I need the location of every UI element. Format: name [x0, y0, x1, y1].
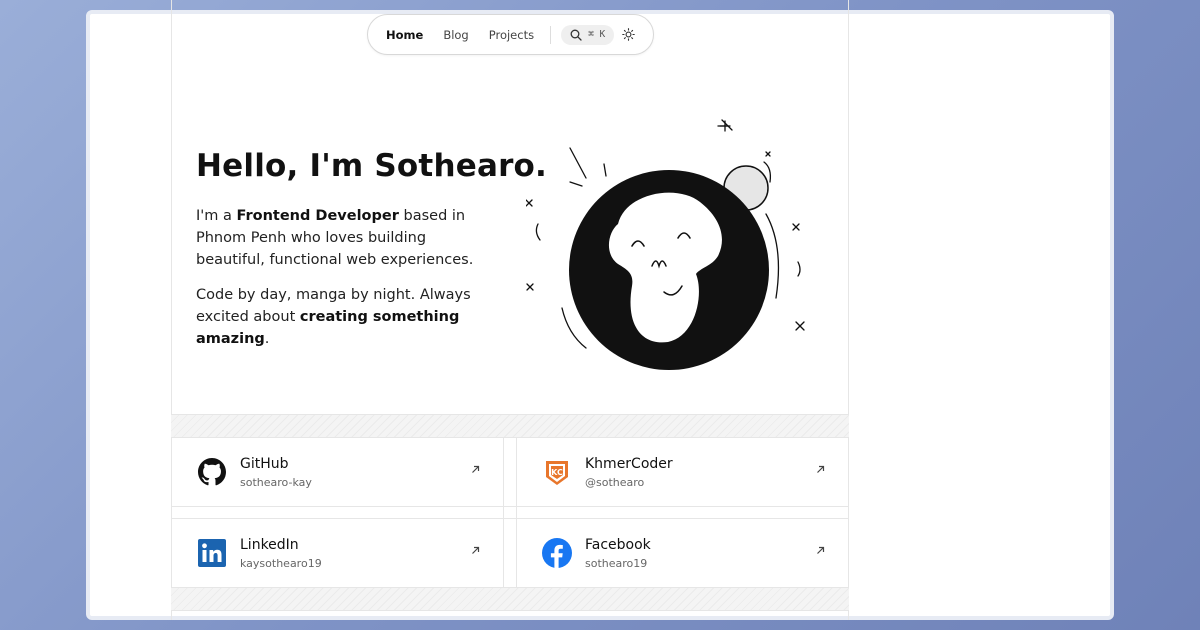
search-shortcut: ⌘ K: [588, 29, 606, 40]
nav-divider: [550, 25, 552, 44]
top-nav: Home Blog Projects ⌘ K: [367, 14, 654, 55]
facebook-icon: [542, 538, 572, 568]
social-name: LinkedIn: [240, 537, 299, 553]
search-icon: [570, 29, 582, 41]
github-icon: [197, 457, 227, 487]
social-link-linkedin[interactable]: LinkedIn kaysothearo19: [172, 519, 502, 587]
grid-row-gap: [171, 506, 849, 519]
linkedin-icon: [197, 538, 227, 568]
search-button[interactable]: ⌘ K: [561, 24, 615, 45]
external-link-arrow-icon: [472, 546, 480, 554]
avatar: [525, 106, 826, 376]
social-handle: sothearo19: [585, 557, 648, 570]
social-handle: sothearo-kay: [240, 476, 312, 489]
svg-text:KC: KC: [551, 468, 563, 477]
sun-icon: [622, 28, 636, 41]
nav-home[interactable]: Home: [376, 24, 433, 46]
nav-blog[interactable]: Blog: [433, 24, 478, 46]
role-highlight: Frontend Developer: [236, 208, 399, 224]
social-name: KhmerCoder: [585, 456, 673, 472]
hero-intro: I'm a Frontend Developer based in Phnom …: [196, 208, 474, 268]
social-handle: kaysothearo19: [240, 557, 322, 570]
monkey-avatar-illustration: [525, 119, 805, 370]
external-link-arrow-icon: [817, 465, 825, 473]
external-link-arrow-icon: [472, 465, 480, 473]
theme-toggle-button[interactable]: [622, 28, 636, 41]
section-divider: [171, 414, 849, 438]
external-link-arrow-icon: [817, 546, 825, 554]
social-handle: @sothearo: [585, 476, 645, 489]
social-link-facebook[interactable]: Facebook sothearo19: [517, 519, 847, 587]
nav-projects[interactable]: Projects: [479, 24, 544, 46]
khmercoder-icon: KC: [542, 457, 572, 487]
social-name: GitHub: [240, 456, 289, 472]
hero-title: Hello, I'm Sothearo.: [196, 148, 548, 184]
social-link-khmercoder[interactable]: KC KhmerCoder @sothearo: [517, 438, 847, 506]
social-link-github[interactable]: GitHub sothearo-kay: [172, 438, 502, 506]
social-name: Facebook: [585, 537, 651, 553]
section-divider: [171, 587, 849, 611]
hero-tagline: Code by day, manga by night. Always exci…: [196, 287, 471, 347]
